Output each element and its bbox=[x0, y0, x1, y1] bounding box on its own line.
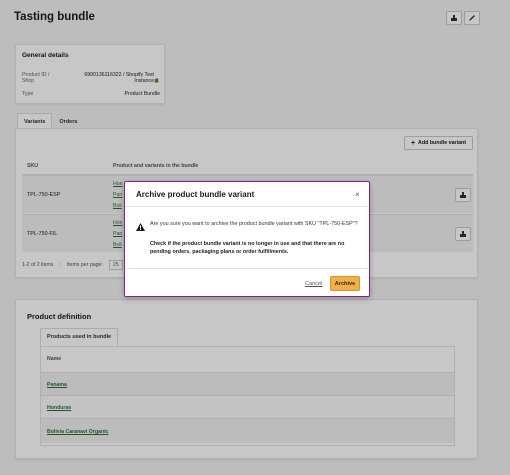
page: Tasting bundle General details Product I… bbox=[0, 0, 510, 475]
modal-message: Are you sure you want to archive the pro… bbox=[150, 221, 358, 227]
close-icon[interactable]: × bbox=[355, 190, 360, 199]
archive-modal: Archive product bundle variant × Are you… bbox=[124, 181, 370, 297]
modal-title: Archive product bundle variant bbox=[136, 190, 255, 199]
modal-footer-divider bbox=[125, 268, 368, 269]
cancel-button[interactable]: Cancel bbox=[305, 281, 322, 287]
archive-confirm-button[interactable]: Archive bbox=[330, 276, 360, 291]
warning-icon bbox=[136, 223, 145, 231]
modal-note: Check if the product bundle variant is n… bbox=[150, 241, 345, 255]
modal-divider bbox=[125, 206, 368, 207]
